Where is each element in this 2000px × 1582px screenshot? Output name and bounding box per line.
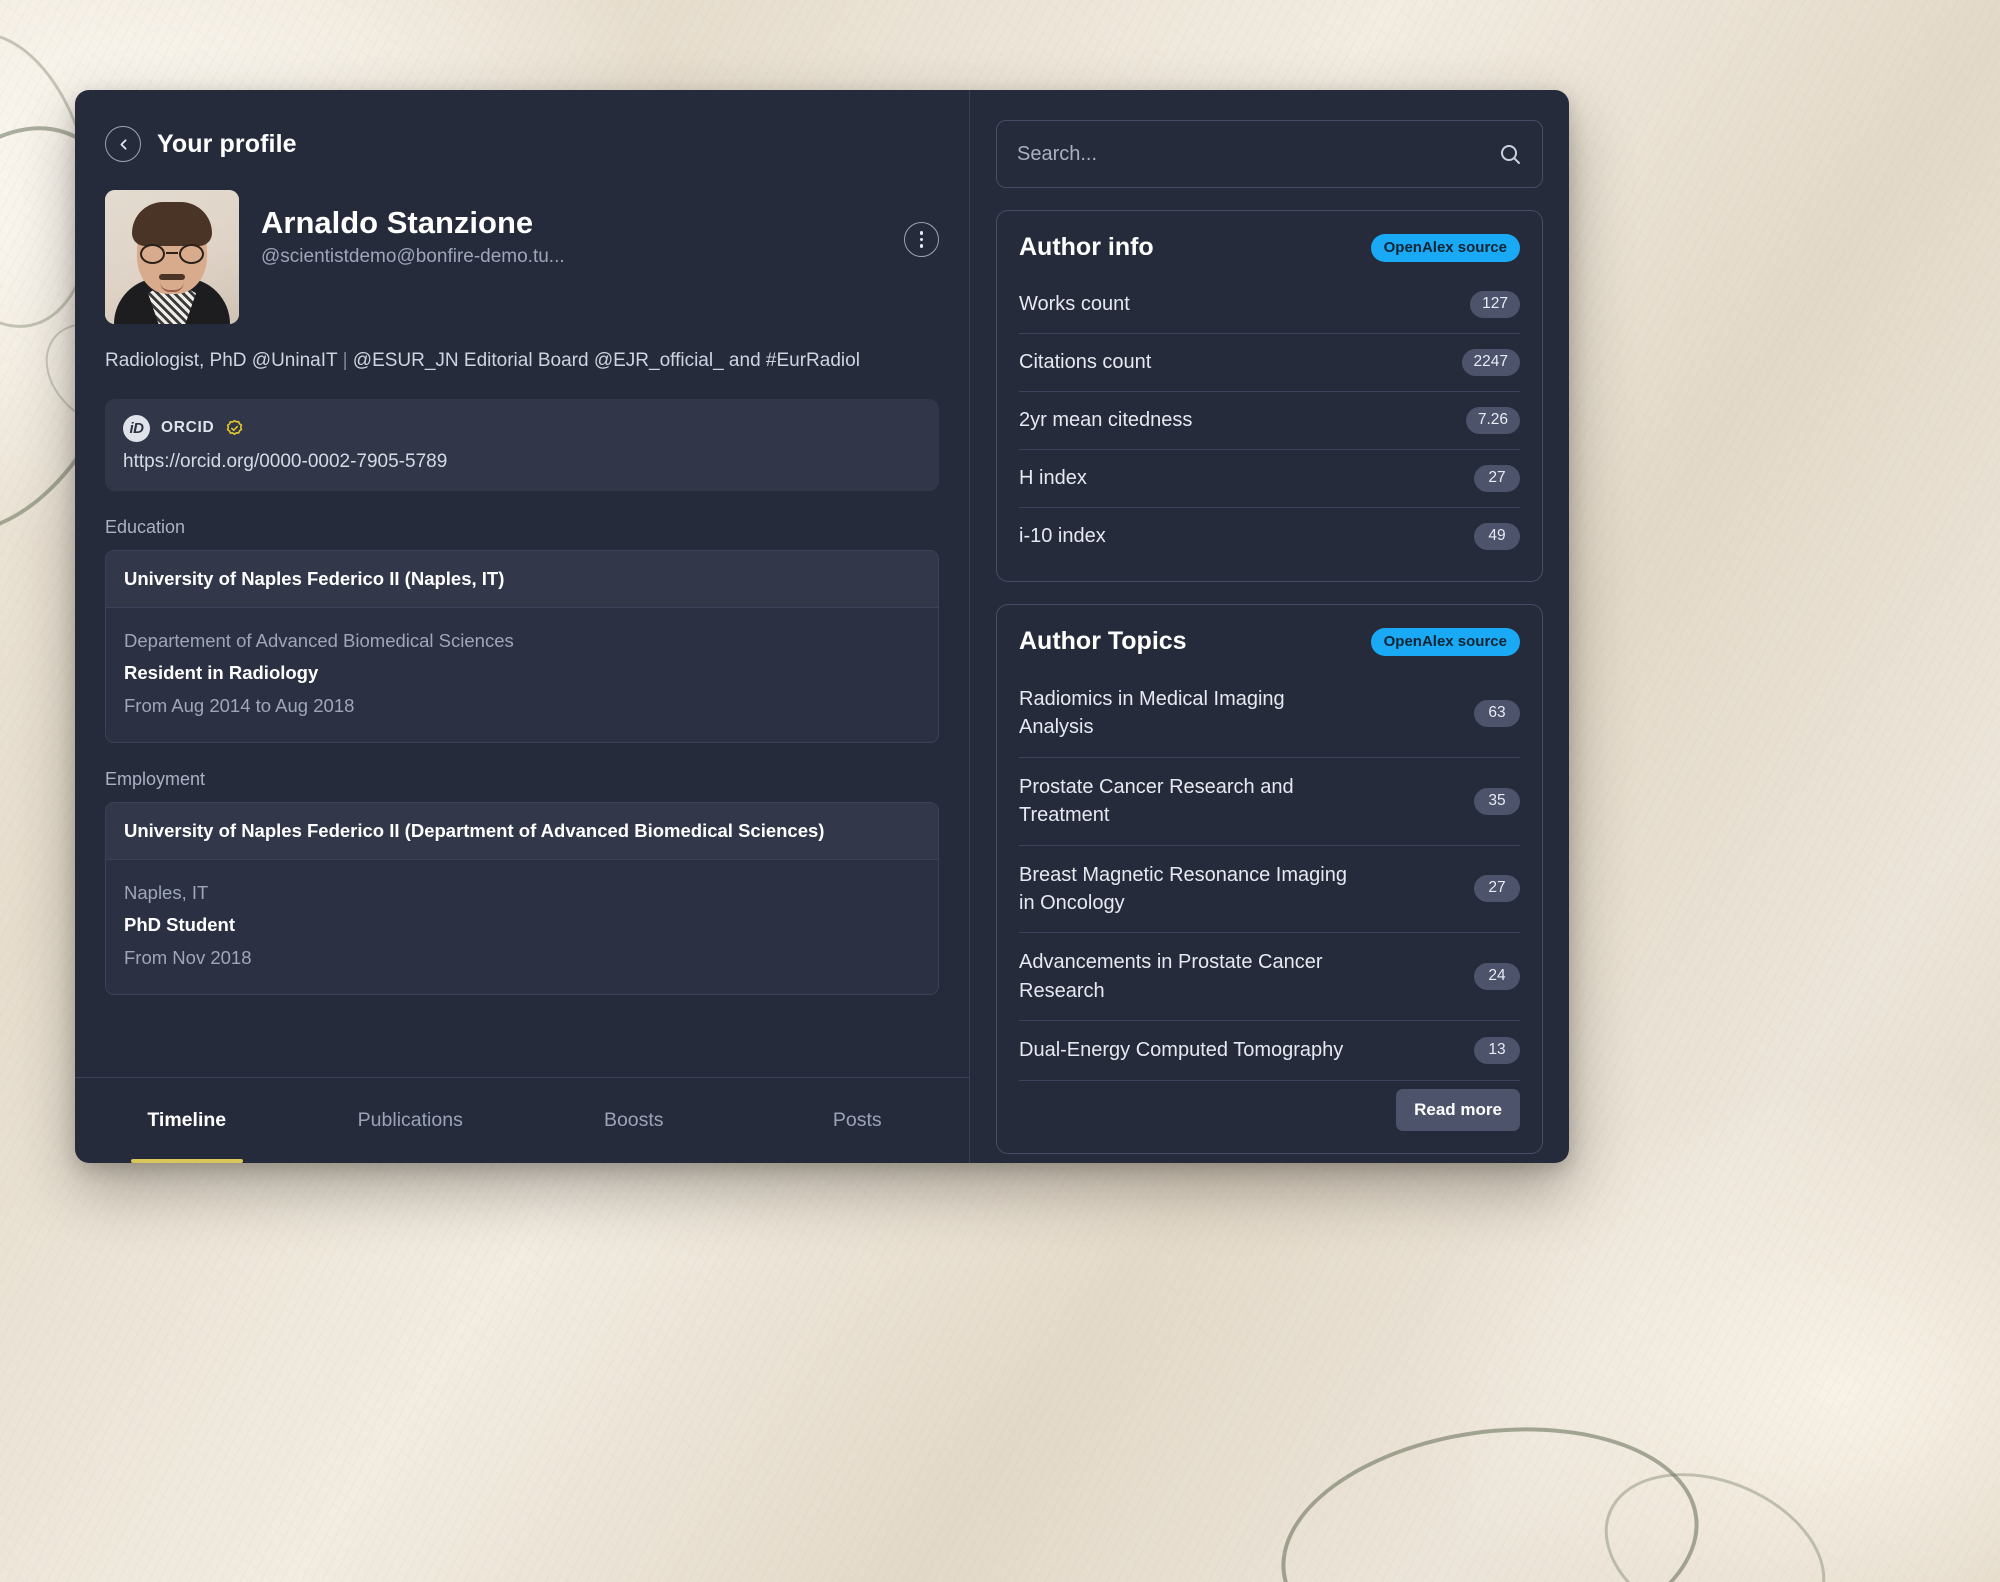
employment-details: Naples, IT PhD Student From Nov 2018 [106, 858, 938, 995]
page-title: Your profile [157, 129, 297, 158]
orcid-card[interactable]: iD ORCID https://orcid.org/0000-0002-790… [105, 398, 939, 491]
topic-count: 35 [1474, 787, 1520, 815]
search-icon[interactable] [1498, 142, 1522, 166]
tab-timeline[interactable]: Timeline [75, 1078, 299, 1163]
author-info-header: Author info OpenAlex source [1019, 233, 1520, 262]
identity-row: Arnaldo Stanzione @scientistdemo@bonfire… [105, 190, 939, 324]
chevron-left-icon [115, 136, 132, 153]
stat-row: Citations count 2247 [1019, 334, 1520, 392]
profile-header: Your profile [105, 126, 939, 162]
author-info-panel: Author info OpenAlex source Works count … [996, 210, 1543, 582]
stat-row: i-10 index 49 [1019, 508, 1520, 565]
orcid-id-icon: iD [123, 414, 150, 442]
education-department: Departement of Advanced Biomedical Scien… [124, 629, 514, 651]
display-name: Arnaldo Stanzione [261, 205, 534, 240]
avatar-glasses [139, 244, 205, 264]
author-info-title: Author info [1019, 233, 1154, 261]
education-details: Departement of Advanced Biomedical Scien… [106, 606, 938, 742]
topic-count: 63 [1474, 699, 1520, 727]
read-more-button[interactable]: Read more [1396, 1088, 1520, 1131]
topic-row[interactable]: Radiomics in Medical Imaging Analysis 63 [1019, 670, 1520, 758]
stat-value: 127 [1470, 291, 1520, 318]
background-vein [1580, 1442, 1850, 1582]
topic-name: Advancements in Prostate Cancer Research [1019, 951, 1323, 1002]
stat-value: 49 [1474, 523, 1520, 550]
topic-count: 24 [1474, 963, 1520, 991]
orcid-label: ORCID [161, 419, 215, 437]
stat-row: H index 27 [1019, 450, 1520, 508]
stat-label: i-10 index [1019, 525, 1106, 547]
topic-name: Breast Magnetic Resonance Imaging in Onc… [1019, 863, 1347, 914]
bio-separator: | [342, 350, 348, 371]
profile-column: Your profile Arnaldo Stanzione @scientis… [75, 90, 970, 1163]
education-role: Resident in Radiology [124, 662, 319, 684]
search-input[interactable] [1017, 142, 1498, 166]
stat-value: 7.26 [1465, 407, 1520, 434]
topic-row[interactable]: Advancements in Prostate Cancer Research… [1019, 933, 1520, 1022]
orcid-url[interactable]: https://orcid.org/0000-0002-7905-5789 [123, 451, 921, 473]
topic-row[interactable]: Prostate Cancer Research and Treatment 3… [1019, 758, 1520, 846]
stat-label: H index [1019, 467, 1087, 489]
education-dates: From Aug 2014 to Aug 2018 [124, 694, 355, 716]
stat-label: 2yr mean citedness [1019, 409, 1193, 431]
topic-name: Prostate Cancer Research and Treatment [1019, 775, 1294, 827]
profile-tabs: Timeline Publications Boosts Posts [75, 1077, 970, 1163]
employment-location: Naples, IT [124, 881, 209, 903]
employment-card: University of Naples Federico II (Depart… [105, 801, 939, 996]
education-section-label: Education [105, 516, 186, 537]
verified-check-icon [225, 419, 244, 438]
profile-window: Your profile Arnaldo Stanzione @scientis… [75, 90, 1569, 1163]
employment-dates: From Nov 2018 [124, 946, 252, 968]
read-more-container: Read more [1019, 1081, 1520, 1137]
profile-bio: Radiologist, PhD @UninaIT | @ESUR_JN Edi… [105, 346, 939, 377]
stat-row: Works count 127 [1019, 276, 1520, 334]
search-box[interactable] [996, 120, 1543, 188]
sidebar-column: Author info OpenAlex source Works count … [970, 90, 1569, 1163]
topic-count: 13 [1474, 1036, 1520, 1064]
topic-name: Dual-Energy Computed Tomography [1019, 1039, 1344, 1062]
identity-text: Arnaldo Stanzione @scientistdemo@bonfire… [261, 190, 565, 268]
stat-value: 2247 [1461, 349, 1520, 376]
profile-handle: @scientistdemo@bonfire-demo.tu... [261, 246, 565, 268]
employment-institution: University of Naples Federico II (Depart… [106, 802, 938, 859]
author-topics-header: Author Topics OpenAlex source [1019, 627, 1520, 656]
author-info-source-badge[interactable]: OpenAlex source [1370, 233, 1520, 262]
education-institution: University of Naples Federico II (Naples… [106, 550, 938, 607]
author-topics-title: Author Topics [1019, 627, 1187, 655]
bio-part-1: Radiologist, PhD @UninaIT [105, 350, 338, 371]
bio-part-2: @ESUR_JN Editorial Board @EJR_official_ … [352, 350, 860, 371]
tab-publications[interactable]: Publications [299, 1078, 523, 1163]
orcid-header: iD ORCID [123, 414, 921, 442]
stat-label: Citations count [1019, 351, 1152, 373]
author-topics-source-badge[interactable]: OpenAlex source [1370, 627, 1520, 656]
employment-section-label: Employment [105, 768, 206, 789]
avatar[interactable] [105, 190, 239, 324]
topic-row[interactable]: Dual-Energy Computed Tomography 13 [1019, 1021, 1520, 1081]
kebab-menu-icon [919, 237, 924, 242]
stat-row: 2yr mean citedness 7.26 [1019, 392, 1520, 450]
employment-role: PhD Student [124, 914, 235, 936]
back-button[interactable] [105, 126, 141, 162]
topic-row[interactable]: Breast Magnetic Resonance Imaging in Onc… [1019, 846, 1520, 934]
avatar-hair [132, 202, 212, 246]
avatar-moustache [159, 274, 185, 280]
author-topics-panel: Author Topics OpenAlex source Radiomics … [996, 604, 1543, 1154]
tab-posts[interactable]: Posts [746, 1078, 970, 1163]
education-card: University of Naples Federico II (Naples… [105, 549, 939, 743]
stat-label: Works count [1019, 293, 1130, 315]
topic-name: Radiomics in Medical Imaging Analysis [1019, 688, 1285, 739]
topic-count: 27 [1474, 875, 1520, 903]
more-options-button[interactable] [904, 222, 939, 257]
kebab-menu-icon [919, 231, 924, 235]
background-vein [1266, 1401, 1714, 1582]
tab-boosts[interactable]: Boosts [522, 1078, 746, 1163]
kebab-menu-icon [919, 244, 924, 248]
stat-value: 27 [1474, 465, 1520, 492]
